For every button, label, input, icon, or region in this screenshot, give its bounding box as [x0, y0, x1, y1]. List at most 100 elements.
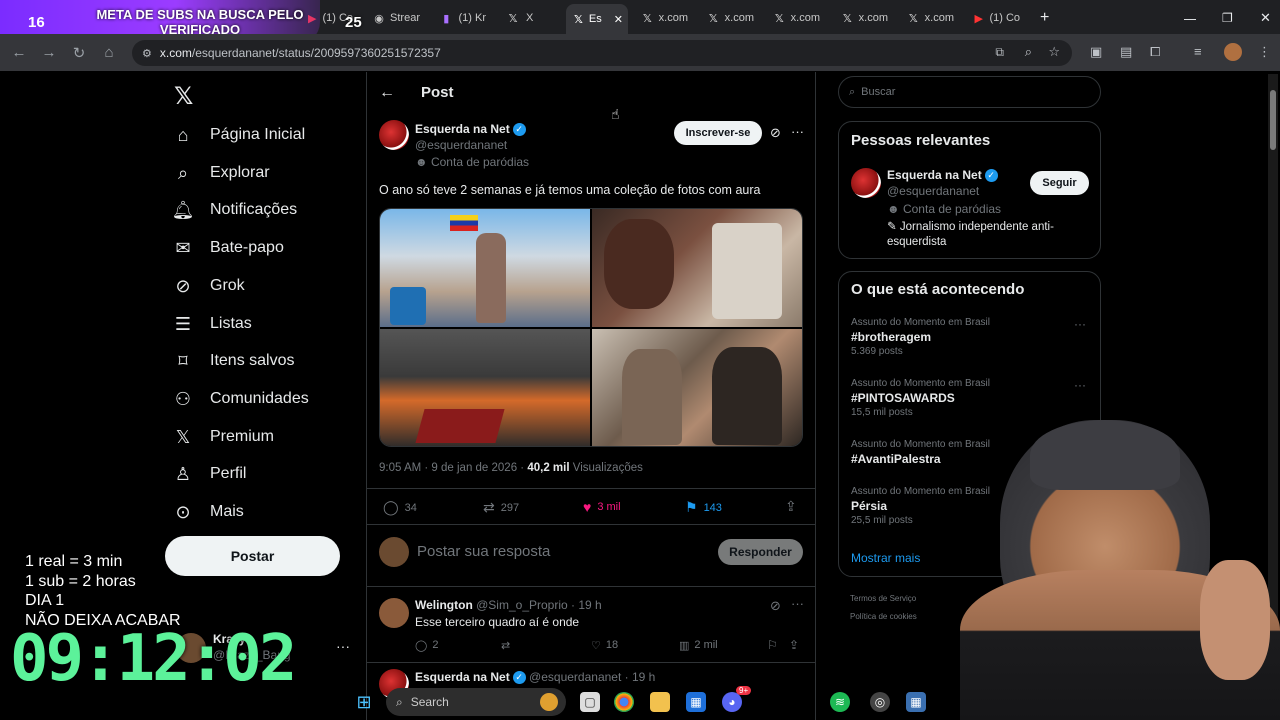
- windows-taskbar: ⊞ ⌕ Search ▢ ▦ ◕ 9+ ≋ ◎ ▦: [340, 684, 940, 720]
- post-photo[interactable]: [592, 209, 802, 327]
- browser-tab[interactable]: 𝕏x.com: [900, 6, 962, 30]
- back-arrow-icon[interactable]: ←: [379, 84, 395, 102]
- nav-explore[interactable]: ⌕ Explorar: [172, 162, 270, 184]
- browser-tab[interactable]: ▮ (1) Kr: [432, 6, 494, 30]
- heart-icon: ♡: [591, 640, 601, 652]
- reply-repost-action[interactable]: ⇄: [501, 639, 510, 652]
- search-input[interactable]: ⌕ Buscar: [838, 76, 1101, 108]
- reply-views-action[interactable]: ▥ 2 mil: [679, 639, 718, 652]
- forward-arrow-icon[interactable]: →: [40, 44, 58, 61]
- nav-more[interactable]: ⊙ Mais: [172, 501, 243, 523]
- browser-tab[interactable]: 𝕏x.com: [634, 6, 696, 30]
- menu-kebab-icon[interactable]: ⋮: [1258, 44, 1271, 60]
- share-icon[interactable]: ⇪: [785, 498, 797, 515]
- author-avatar[interactable]: [851, 168, 881, 198]
- profile-avatar[interactable]: [1224, 43, 1242, 61]
- reply-author-row[interactable]: Esquerda na Net ✓ @esquerdananet · 19 h: [415, 670, 655, 685]
- footer-link[interactable]: Termos de Serviço: [850, 594, 916, 603]
- calculator-icon[interactable]: ▦: [906, 692, 926, 712]
- reply-input[interactable]: Postar sua resposta: [417, 543, 550, 560]
- browser-tab-active[interactable]: 𝕏 Es ✕: [566, 4, 628, 34]
- store-icon[interactable]: ▦: [686, 692, 706, 712]
- trend-more-icon[interactable]: ···: [1074, 317, 1086, 331]
- more-options-icon[interactable]: ···: [791, 124, 804, 139]
- author-avatar[interactable]: [379, 120, 409, 150]
- browser-tab[interactable]: 𝕏x.com: [766, 6, 828, 30]
- account-more-icon[interactable]: ···: [336, 638, 350, 654]
- site-info-icon[interactable]: ⚙: [142, 47, 152, 60]
- browser-tab[interactable]: 𝕏x.com: [834, 6, 896, 30]
- browser-tab[interactable]: ◉ Strear: [366, 6, 428, 30]
- follow-button[interactable]: Seguir: [1030, 171, 1089, 195]
- task-view-icon[interactable]: ▢: [580, 692, 600, 712]
- install-app-icon[interactable]: ⧉: [995, 45, 1004, 60]
- post-photo[interactable]: [380, 209, 590, 327]
- show-more-link[interactable]: Mostrar mais: [851, 551, 920, 565]
- trend-item[interactable]: Assunto do Momento em Brasil #brotherage…: [851, 317, 1091, 357]
- bookmark-icon[interactable]: ⚐: [767, 638, 778, 652]
- footer-link[interactable]: Política de cookies: [850, 612, 917, 621]
- browser-tab[interactable]: 𝕏x.com: [700, 6, 762, 30]
- nav-grok[interactable]: ⊘ Grok: [172, 275, 244, 297]
- author-name-row[interactable]: Esquerda na Net ✓: [415, 122, 526, 137]
- nav-communities[interactable]: ⚇ Comunidades: [172, 388, 309, 410]
- discord-icon[interactable]: ◕: [722, 692, 742, 712]
- reply-button[interactable]: Responder: [718, 539, 803, 565]
- nav-premium[interactable]: 𝕏 Premium: [172, 426, 274, 448]
- close-tab-icon[interactable]: ✕: [614, 13, 623, 26]
- file-explorer-icon[interactable]: [650, 692, 670, 712]
- photo-grid[interactable]: [379, 208, 803, 447]
- nav-chat[interactable]: ✉ Bate-papo: [172, 237, 283, 259]
- person-name-row[interactable]: Esquerda na Net ✓: [887, 168, 998, 183]
- share-icon[interactable]: ⇪: [789, 638, 799, 652]
- banner-shape: [415, 409, 505, 443]
- media-controls-icon[interactable]: ≡: [1194, 44, 1202, 59]
- browser-tab[interactable]: ▶(1) Co: [966, 6, 1028, 30]
- zoom-icon[interactable]: ⌕: [1025, 44, 1032, 60]
- x-logo-icon: 𝕏: [842, 12, 852, 25]
- bookmark-filled-icon: ⚑: [685, 499, 698, 515]
- back-arrow-icon[interactable]: ←: [10, 44, 28, 61]
- spotify-icon[interactable]: ≋: [830, 692, 850, 712]
- chrome-icon[interactable]: [614, 692, 634, 712]
- home-icon[interactable]: ⌂: [100, 44, 118, 61]
- like-action[interactable]: ♥ 3 mil: [583, 499, 621, 515]
- x-logo-icon[interactable]: 𝕏: [174, 82, 193, 111]
- post-photo[interactable]: [380, 329, 590, 446]
- windows-start-icon[interactable]: ⊞: [354, 692, 374, 712]
- extension-icon[interactable]: ▣: [1090, 44, 1102, 60]
- maximize-button[interactable]: ❐: [1214, 6, 1234, 30]
- reply-author-row[interactable]: Welington @Sim_o_Proprio · 19 h: [415, 598, 602, 612]
- reply-action[interactable]: ◯ 34: [383, 499, 417, 516]
- reply-like-action[interactable]: ♡ 18: [591, 639, 618, 652]
- nav-notifications[interactable]: 🔔︎ Notificações: [172, 199, 298, 221]
- obs-icon[interactable]: ◎: [870, 692, 890, 712]
- post-button[interactable]: Postar: [165, 536, 340, 576]
- subscribe-button[interactable]: Inscrever-se: [674, 121, 762, 145]
- nav-profile[interactable]: ♙ Perfil: [172, 463, 247, 485]
- post-photo[interactable]: [592, 329, 802, 446]
- bookmark-action[interactable]: ⚑ 143: [685, 499, 722, 516]
- reply-author-avatar[interactable]: [379, 598, 409, 628]
- minimize-button[interactable]: —: [1176, 6, 1196, 30]
- nav-lists[interactable]: ☰ Listas: [172, 313, 252, 335]
- url-bar[interactable]: ⚙ x.com/esquerdananet/status/20095973602…: [132, 40, 1072, 66]
- grok-icon[interactable]: ⊘: [770, 598, 781, 614]
- nav-home[interactable]: ⌂ Página Inicial: [172, 124, 306, 146]
- extensions-puzzle-icon[interactable]: ⧠: [1150, 44, 1160, 60]
- trend-more-icon[interactable]: ···: [1074, 378, 1086, 392]
- subathon-timer: 09:12:02: [10, 622, 297, 696]
- taskbar-search[interactable]: ⌕ Search: [386, 688, 566, 716]
- grok-icon[interactable]: ⊘: [770, 125, 781, 141]
- repost-action[interactable]: ⇄ 297: [483, 499, 519, 516]
- browser-tab[interactable]: 𝕏X: [498, 6, 560, 30]
- reply-reply-action[interactable]: ◯ 2: [415, 639, 438, 652]
- reload-icon[interactable]: ↻: [70, 44, 88, 62]
- bookmark-star-icon[interactable]: ☆: [1048, 44, 1060, 60]
- new-tab-button[interactable]: +: [1032, 6, 1054, 30]
- more-options-icon[interactable]: ···: [791, 596, 804, 611]
- nav-bookmarks[interactable]: ⌑ Itens salvos: [172, 350, 294, 372]
- scrollbar-thumb[interactable]: [1270, 90, 1276, 150]
- extension-icon[interactable]: ▤: [1120, 44, 1132, 60]
- close-window-button[interactable]: ✕: [1252, 6, 1272, 30]
